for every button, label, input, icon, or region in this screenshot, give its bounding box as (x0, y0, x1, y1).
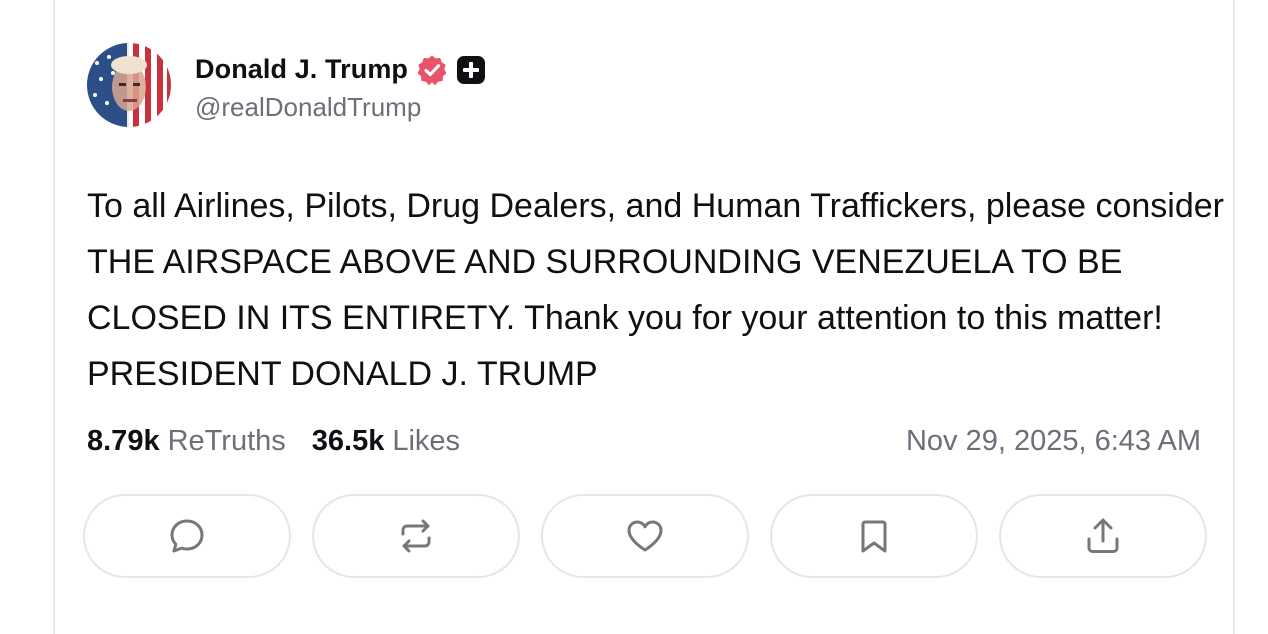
post-timestamp[interactable]: Nov 29, 2025, 6:43 AM (906, 425, 1201, 458)
author-name-row: Donald J. Trump (195, 48, 486, 92)
post-header: Donald J. Trump @realDonaldTrump (87, 42, 486, 128)
retruths-count: 8.79k (87, 424, 160, 457)
author-avatar[interactable] (87, 43, 171, 127)
likes-stat[interactable]: 36.5k Likes (312, 425, 460, 458)
share-button[interactable] (999, 494, 1207, 578)
heart-icon (627, 520, 663, 552)
author-display-name[interactable]: Donald J. Trump (195, 54, 408, 85)
truth-plus-icon (456, 55, 486, 85)
post-stats: 8.79k ReTruths 36.5k Likes Nov 29, 2025,… (87, 418, 1201, 464)
likes-label: Likes (392, 424, 461, 457)
verified-badge-icon (416, 54, 448, 86)
retruths-label: ReTruths (167, 424, 286, 457)
post-body-text: To all Airlines, Pilots, Drug Dealers, a… (87, 187, 1224, 393)
share-icon (1087, 518, 1119, 553)
reply-button[interactable] (83, 494, 291, 578)
post-actions (83, 494, 1207, 580)
retruths-stat[interactable]: 8.79k ReTruths (87, 425, 286, 458)
post-page: Donald J. Trump @realDonaldTrump To all … (0, 0, 1268, 634)
bookmark-icon (861, 520, 887, 553)
avatar-image (87, 43, 171, 127)
comment-icon (170, 519, 204, 553)
retruth-button[interactable] (312, 494, 520, 578)
author-handle[interactable]: @realDonaldTrump (195, 92, 486, 123)
bookmark-button[interactable] (770, 494, 978, 578)
repost-icon (401, 519, 431, 553)
likes-count: 36.5k (311, 424, 385, 457)
author-identity: Donald J. Trump @realDonaldTrump (195, 48, 486, 123)
like-button[interactable] (541, 494, 749, 578)
